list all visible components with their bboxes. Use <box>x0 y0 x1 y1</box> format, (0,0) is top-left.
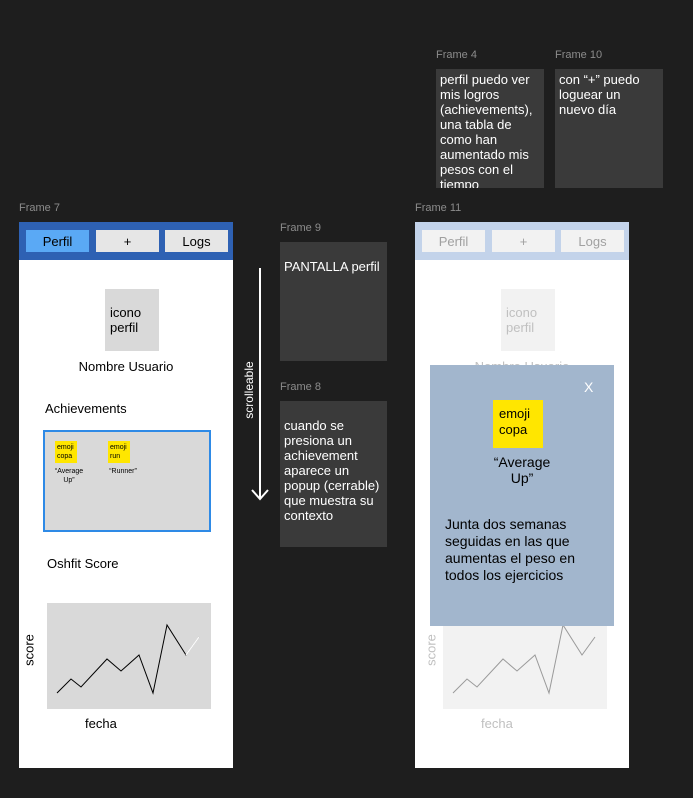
achievement-popup: X emoji copa “Average Up” Junta dos sema… <box>430 365 614 626</box>
tab-perfil[interactable]: Perfil <box>422 230 485 252</box>
achievement-name[interactable]: “Runner” <box>103 467 143 476</box>
tab-logs[interactable]: Logs <box>165 230 228 252</box>
close-icon[interactable]: X <box>584 379 593 395</box>
profile-icon-placeholder[interactable]: icono perfil <box>105 289 159 351</box>
score-title: Oshfit Score <box>47 556 119 571</box>
username: Nombre Usuario <box>78 359 174 374</box>
achievement-sticker-copa: emoji copa <box>493 400 543 448</box>
frame-8-label: Frame 8 <box>280 381 321 393</box>
score-line-svg <box>56 623 200 695</box>
frame-9-note[interactable]: PANTALLA perfil <box>280 242 387 361</box>
tab-add[interactable]: + <box>96 230 159 252</box>
scroll-arrow-icon <box>251 268 269 501</box>
frame-4-note[interactable]: perfil puedo ver mis logros (achievement… <box>436 69 544 188</box>
nav-bar: Perfil + Logs <box>19 222 233 260</box>
chart-xlabel: fecha <box>481 716 513 731</box>
profile-icon-placeholder: icono perfil <box>501 289 555 351</box>
frame-11-popup-screen: Perfil + Logs icono perfil Nombre Usuari… <box>415 222 629 768</box>
chart-ylabel: score <box>21 634 37 666</box>
score-line <box>452 623 596 695</box>
frame-10-note[interactable]: con “+” puedo loguear un nuevo día <box>555 69 663 188</box>
frame-7-profile-screen: Perfil + Logs icono perfil Nombre Usuari… <box>19 222 233 768</box>
score-line-end <box>185 636 200 656</box>
frame-7-label: Frame 7 <box>19 202 60 214</box>
popup-description: Junta dos semanas seguidas en las que au… <box>445 516 575 583</box>
achievements-box: emoji copa “Average Up” emoji run “Runne… <box>43 430 211 532</box>
achievement-name[interactable]: “Average Up” <box>51 467 87 485</box>
popup-achievement-name: “Average Up” <box>493 454 551 486</box>
frame-10-label: Frame 10 <box>555 49 603 61</box>
nav-bar-dimmed: Perfil + Logs <box>415 222 629 260</box>
achievements-title: Achievements <box>45 401 127 416</box>
frame-4-label: Frame 4 <box>436 49 477 61</box>
achievement-sticker-copa[interactable]: emoji copa <box>55 441 77 463</box>
score-line <box>56 623 200 695</box>
frame-11-label: Frame 11 <box>415 202 462 214</box>
chart-xlabel: fecha <box>85 716 117 731</box>
score-chart <box>47 603 211 709</box>
achievement-sticker-run[interactable]: emoji run <box>108 441 130 463</box>
frame-9-label: Frame 9 <box>280 222 321 234</box>
chart-ylabel: score <box>423 634 439 666</box>
tab-logs[interactable]: Logs <box>561 230 624 252</box>
profile-icon-text: icono perfil <box>506 305 538 335</box>
frame-8-note[interactable]: cuando se presiona un achievement aparec… <box>280 401 387 547</box>
tab-add[interactable]: + <box>492 230 555 252</box>
profile-icon-text: icono perfil <box>110 305 142 335</box>
tab-perfil[interactable]: Perfil <box>26 230 89 252</box>
